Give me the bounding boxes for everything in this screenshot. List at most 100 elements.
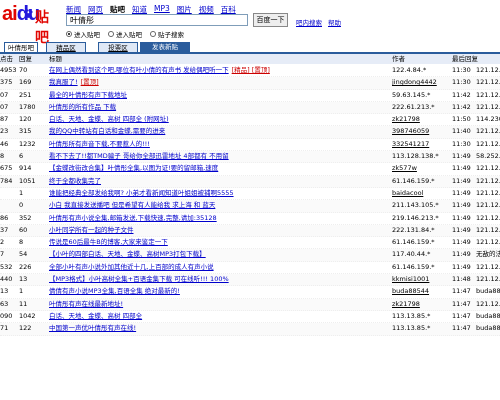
click-count: 675	[0, 164, 13, 173]
search-button[interactable]: 百度一下	[253, 13, 288, 27]
thread-author: 117.40.44.*	[392, 250, 431, 259]
search-mode-option[interactable]: 进入贴吧	[66, 29, 100, 39]
thread-author[interactable]: baidacool	[392, 188, 448, 199]
thread-title-cell: 最全的叶倩彤有声下载地址	[49, 90, 385, 101]
thread-title-cell: 小叶同学所有一起的种子文件	[49, 225, 385, 236]
click-count: 86	[0, 213, 9, 222]
click-count: 87	[0, 115, 9, 124]
thread-title-link[interactable]: 白话、天地、金蝶、高树 四部全	[49, 312, 142, 320]
last-reply-time: 11:49	[452, 164, 471, 173]
click-count: 63	[0, 299, 9, 308]
thread-title-link[interactable]: 【小叶的四部白话、天地、金蝶、高树MP3打包下载】	[49, 250, 206, 258]
thread-title-cell: 白话、天地、金蝶、高树 四部全 (附网址)	[49, 114, 385, 125]
last-reply-time: 11:49	[452, 188, 471, 197]
last-reply-time: 11:42	[452, 90, 471, 99]
click-count: 46	[0, 139, 9, 148]
thread-title-cell: 传说是60后最牛B的博客,大家来鉴定一下	[49, 237, 385, 248]
thread-author[interactable]: kkmisi1001	[392, 274, 448, 285]
tab-bar: 叶倩彤吧 精品区 投票区 发表新贴	[0, 41, 500, 54]
tab-bar-home[interactable]: 叶倩彤吧	[4, 42, 38, 52]
table-row: 2 8 传说是60后最牛B的博客,大家来鉴定一下 61.146.159.* 11:49 1…	[0, 237, 500, 250]
thread-tags[interactable]: [精品] [置顶]	[232, 66, 270, 74]
thread-title-link[interactable]: 我的QQ中转站有白话和金蝶,需要的进来	[49, 127, 165, 135]
thread-author: 61.146.159.*	[392, 262, 435, 271]
thread-author[interactable]: zk21798	[392, 299, 448, 310]
thread-title-link[interactable]: 终于全都收集完了	[49, 177, 101, 185]
thread-title-cell: 全部小叶有声小说外加其他近十几,上百部的成人有声小说	[49, 262, 385, 273]
thread-title-link[interactable]: 叶倩彤有声小说全集,邮箱发送,下载快速,完整,请加:35128	[49, 214, 217, 222]
last-reply-author: 121.12.	[476, 78, 500, 87]
help-link[interactable]: 帮助	[328, 17, 341, 27]
thread-title-link[interactable]: 【金蝶改街改合集】叶倩彤全集,以图为证!要的留邮箱,速度	[49, 164, 218, 172]
table-row: 71 122 中国第一声优叶倩彤有声在线! 113.13.85.* 11:47 buda8…	[0, 323, 500, 336]
table-row: 375 169 我真服了! [置顶] jingdong4442 11:30 121.12.	[0, 77, 500, 90]
tab-vote[interactable]: 投票区	[98, 42, 138, 52]
last-reply-author: 121.12.	[476, 201, 500, 210]
last-reply-time: 11:50	[452, 115, 471, 124]
thread-author[interactable]: zk21798	[392, 114, 448, 125]
thread-title-link[interactable]: 倩倩有声小说MP3全集,百语全集 绝对最新的!	[49, 287, 180, 295]
search-mode-option[interactable]: 贴子搜索	[150, 29, 184, 39]
last-reply-time: 11:48	[452, 275, 471, 284]
thread-title-link[interactable]: 最全的叶倩彤有声下载地址	[49, 91, 127, 99]
last-reply-time: 11:42	[452, 102, 471, 111]
reply-count: 1232	[19, 139, 36, 148]
table-row: 13 1 倩倩有声小说MP3全集,百语全集 绝对最新的! buda88544 11:47…	[0, 286, 500, 299]
last-reply-author: 121.12.	[476, 176, 500, 185]
thread-title-link[interactable]: 叶倩彤所有声音下载,不要惹人的!!!	[49, 140, 150, 148]
thread-title-link[interactable]: 看不下去了!!都TMD骗子 哥给你全部迅雷地址 4部都有 不用留	[49, 152, 229, 160]
thread-title-link[interactable]: 在网上偶然看到这个吧,哪位有叶小倩的有声书 发给偶吧听一下	[49, 66, 229, 74]
table-row: 63 11 叶倩彤有声在线最新地址! zk21798 11:47 121.12.	[0, 298, 500, 311]
thread-title-link[interactable]: 传说是60后最牛B的博客,大家来鉴定一下	[49, 238, 168, 246]
thread-title-link[interactable]: 白话、天地、金蝶、高树 四部全 (附网址)	[49, 115, 169, 123]
thread-author: 122.4.84.*	[392, 66, 427, 74]
radio-icon[interactable]	[66, 31, 72, 37]
thread-author: 113.128.138.*	[392, 152, 439, 161]
table-row: 7 54 【小叶的四部白话、天地、金蝶、高树MP3打包下载】 117.40.44.* 1…	[0, 249, 500, 262]
click-count: 7	[0, 250, 5, 259]
reply-count: 1	[19, 188, 24, 197]
last-reply-time: 11:49	[452, 262, 471, 271]
thread-title-cell: 叶倩彤的所有作品 下载	[49, 102, 385, 113]
click-count: 2	[0, 238, 5, 247]
thread-author[interactable]: jingdong4442	[392, 77, 448, 88]
thread-author[interactable]: 398746059	[392, 126, 448, 137]
reply-count: 120	[19, 115, 32, 124]
thread-tags[interactable]: [置顶]	[81, 78, 99, 86]
search-mode-option[interactable]: 进入贴吧	[108, 29, 142, 39]
click-count: 71	[0, 324, 9, 333]
search-in-bar-link[interactable]: 吧内搜索	[296, 17, 322, 27]
thread-title-link[interactable]: 中国第一声优叶倩彤有声在线!	[49, 324, 136, 332]
help-links: 吧内搜索 帮助	[296, 17, 341, 27]
search-input[interactable]: 叶倩彤	[66, 14, 248, 26]
tab-featured[interactable]: 精品区	[46, 42, 86, 52]
last-reply-author: 121.12.	[476, 262, 500, 271]
last-reply-author: 121.12.	[476, 102, 500, 111]
reply-count: 914	[19, 164, 32, 173]
click-count: 07	[0, 102, 9, 111]
radio-icon[interactable]	[150, 31, 156, 37]
radio-icon[interactable]	[108, 31, 114, 37]
baidu-tieba-logo[interactable]: aidu 贴吧	[2, 3, 62, 46]
thread-author[interactable]: buda88544	[392, 286, 448, 297]
logo-text: aidu	[2, 3, 40, 25]
thread-title-link[interactable]: 叶倩彤有声在线最新地址!	[49, 300, 123, 308]
thread-title-link[interactable]: 叶倩彤的所有作品 下载	[49, 103, 116, 111]
table-row: 1 谁能把经典全部发给我啊? 小弟才看新闻知道叶姐姐被捕啊5555 baidacoo…	[0, 188, 500, 201]
thread-title-cell: 我的QQ中转站有白话和金蝶,需要的进来	[49, 126, 385, 137]
last-reply-time: 11:49	[452, 225, 471, 234]
table-row: 07 251 最全的叶倩彤有声下载地址 59.63.145.* 11:42 121.12.	[0, 90, 500, 102]
thread-title-link[interactable]: 小叶同学所有一起的种子文件	[49, 226, 134, 234]
thread-title-link[interactable]: 全部小叶有声小说外加其他近十几,上百部的成人有声小说	[49, 263, 214, 271]
thread-author[interactable]: zk577w	[392, 163, 448, 174]
thread-title-cell: 白话、天地、金蝶、高树 四部全	[49, 311, 385, 322]
thread-author[interactable]: 332541217	[392, 139, 448, 150]
new-post-button[interactable]: 发表新贴	[140, 42, 190, 52]
thread-title-cell: 谁能把经典全部发给我啊? 小弟才看新闻知道叶姐姐被捕啊5555	[49, 188, 385, 199]
thread-title-link[interactable]: 【MP3格式】小叶高树全集+百语金集下载 可在线听!!! 100%	[49, 275, 229, 283]
table-row: 37 60 小叶同学所有一起的种子文件 222.131.84.* 11:49 121.12…	[0, 224, 500, 238]
thread-title-link[interactable]: 谁能把经典全部发给我啊? 小弟才看新闻知道叶姐姐被捕啊5555	[49, 189, 234, 197]
click-count: 4953	[0, 66, 17, 74]
thread-title-link[interactable]: 我真服了!	[49, 78, 78, 86]
thread-title-link[interactable]: 小白 我直接发送播吧 但是希望有人能给我 求上海 和 蓝天	[49, 201, 215, 209]
